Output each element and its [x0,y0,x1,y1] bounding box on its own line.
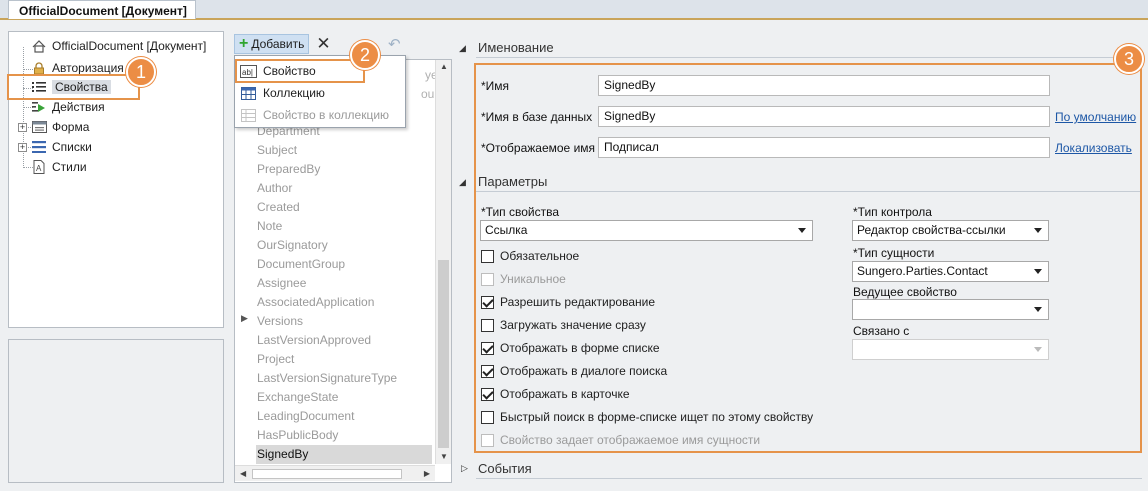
list-item[interactable]: OurSignatory [257,236,328,255]
delete-icon[interactable]: ✕ [316,34,330,54]
list-item[interactable]: Versions [257,312,303,331]
tree-item-styles[interactable]: A Стили [31,158,87,176]
tree-item-root[interactable]: OfficialDocument [Документ] [31,37,206,55]
list-item[interactable]: LastVersionApproved [257,331,371,350]
list-item[interactable]: DocumentGroup [257,255,345,274]
scroll-down-icon[interactable]: ▼ [440,452,448,461]
collapse-params-icon[interactable]: ◢ [459,177,466,188]
actions-icon [31,100,47,114]
tree-item-label: Действия [52,100,105,114]
svg-text:A: A [36,164,42,173]
expand-form-icon[interactable]: + [18,123,27,132]
scroll-right-icon[interactable]: ▶ [424,469,430,478]
list-item[interactable]: ExchangeState [257,388,338,407]
scroll-thumb[interactable] [252,469,402,479]
add-button-label: Добавить [251,37,305,51]
tree-item-lists[interactable]: Списки [31,138,92,156]
add-button[interactable]: + Добавить [234,34,310,54]
list-item[interactable]: Created [257,198,300,217]
list-item[interactable]: Note [257,217,282,236]
list-item[interactable]: HasPublicBody [257,426,338,445]
expand-versions-icon[interactable]: ▶ [241,313,248,324]
section-divider [476,57,1142,58]
list-item[interactable]: LastVersionSignatureType [257,369,397,388]
list-item-selected[interactable]: SignedBy [256,445,432,464]
lists-icon [31,140,47,154]
list-vertical-scrollbar[interactable]: ▲ ▼ [435,60,451,464]
document-tabstrip: OfficialDocument [Документ] [0,0,1148,20]
tree-item-label: Форма [52,120,90,134]
tree-item-label: OfficialDocument [Документ] [52,39,207,53]
list-item[interactable]: Project [257,350,294,369]
naming-section-title: Именование [478,40,554,55]
menu-item-collection-property[interactable]: Свойство в коллекцию [236,104,404,126]
highlight-property-settings [474,63,1142,453]
collection-icon [240,86,257,100]
collapse-naming-icon[interactable]: ◢ [459,43,466,54]
highlight-add-property [235,59,365,83]
tree-item-form[interactable]: Форма [31,118,89,136]
expand-lists-icon[interactable]: + [18,143,27,152]
menu-item-collection[interactable]: Коллекцию [236,82,404,104]
tree-item-label: Стили [52,160,87,174]
scroll-left-icon[interactable]: ◀ [240,469,246,478]
plus-icon: + [239,35,249,52]
list-item[interactable]: Subject [257,141,297,160]
details-panel [8,339,224,483]
styles-icon: A [31,160,47,174]
menu-item-label: Свойство в коллекцию [263,108,390,122]
list-item[interactable]: Author [257,179,292,198]
list-item[interactable]: LeadingDocument [257,407,354,426]
scroll-thumb[interactable] [438,260,449,448]
properties-toolbar: + Добавить ✕ ↶ [234,33,401,55]
scroll-up-icon[interactable]: ▲ [440,62,448,71]
undo-icon[interactable]: ↶ [388,35,401,53]
home-icon [31,39,47,53]
step-badge-1: 1 [126,57,156,87]
collection-property-icon [240,108,257,122]
highlight-properties [7,74,140,100]
list-horizontal-scrollbar[interactable]: ◀ ▶ [235,465,435,481]
list-item[interactable]: Assignee [257,274,306,293]
lock-icon [31,61,47,75]
events-section-title: События [478,461,532,476]
form-icon [31,120,47,134]
tree-item-label: Списки [52,140,92,154]
tree-item-actions[interactable]: Действия [31,98,105,116]
tree-item-label: Авторизация [52,61,124,75]
expand-events-icon[interactable]: ▷ [461,463,468,474]
list-item[interactable]: PreparedBy [257,160,320,179]
list-item[interactable]: AssociatedApplication [257,293,374,312]
section-divider [476,478,1142,479]
step-badge-2: 2 [350,40,380,70]
menu-item-label: Коллекцию [263,86,325,100]
step-badge-3: 3 [1114,44,1144,74]
tab-official-document[interactable]: OfficialDocument [Документ] [8,0,196,19]
